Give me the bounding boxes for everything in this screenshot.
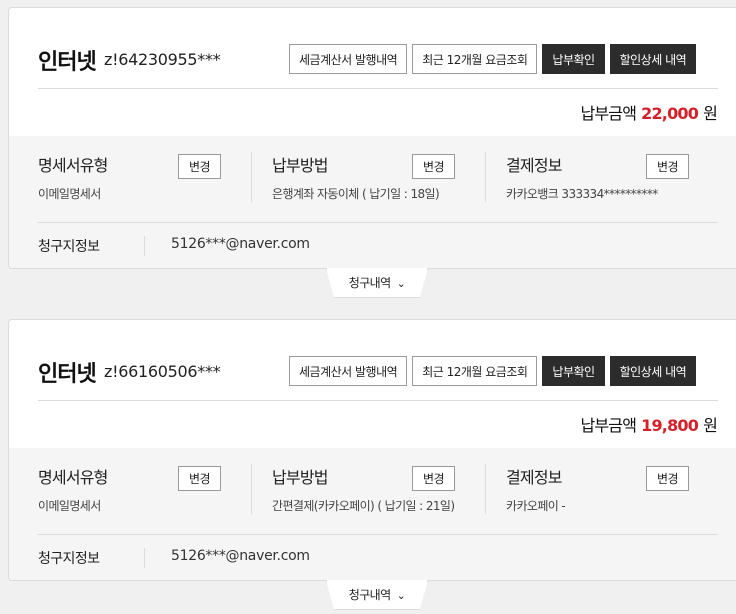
service-name: 인터넷	[38, 50, 97, 75]
billing-history-label: 청구내역	[348, 276, 391, 290]
statement-type-title: 명세서유형	[38, 468, 108, 487]
divider	[144, 236, 145, 256]
payment-method-change-button[interactable]: 변경	[412, 466, 455, 491]
amount-value: 22,000	[641, 104, 699, 123]
bill-card: 인터넷 z!66160506*** 세금계산서 발행내역 최근 12개월 요금조…	[8, 319, 736, 581]
recent-fees-button[interactable]: 최근 12개월 요금조회	[412, 44, 538, 74]
billing-info-value: 5126***@naver.com	[171, 548, 310, 564]
statement-type: 명세서유형 이메일명세서	[38, 464, 108, 514]
bill-card-header: 인터넷 z!64230955*** 세금계산서 발행내역 최근 12개월 요금조…	[9, 8, 736, 138]
payment-info-change-button[interactable]: 변경	[646, 466, 689, 491]
payment-check-button[interactable]: 납부확인	[542, 44, 605, 74]
divider	[251, 152, 252, 202]
payment-info: 결제정보 카카오뱅크 333334**********	[506, 152, 658, 202]
payment-info-value: 카카오페이 -	[506, 499, 566, 513]
payment-info-title: 결제정보	[506, 156, 562, 175]
payment-method-change-button[interactable]: 변경	[412, 154, 455, 179]
payment-info-value: 카카오뱅크 333334**********	[506, 187, 658, 201]
amount-unit: 원	[703, 104, 718, 123]
action-buttons: 세금계산서 발행내역 최근 12개월 요금조회 납부확인 할인상세 내역	[289, 356, 701, 386]
amount-unit: 원	[703, 416, 718, 435]
amount-label: 납부금액	[580, 416, 637, 435]
billing-info-label: 청구지정보	[38, 239, 100, 255]
divider	[485, 464, 486, 514]
bill-card: 인터넷 z!64230955*** 세금계산서 발행내역 최근 12개월 요금조…	[8, 7, 736, 269]
divider	[38, 88, 718, 89]
statement-change-button[interactable]: 변경	[178, 466, 221, 491]
payment-method-value: 은행계좌 자동이체 ( 납기일 : 18일)	[272, 187, 440, 201]
billing-info-value: 5126***@naver.com	[171, 236, 310, 252]
account-number: z!66160506***	[104, 362, 221, 381]
billing-info-label: 청구지정보	[38, 551, 100, 567]
payment-amount: 납부금액 19,800 원	[580, 412, 717, 436]
payment-info-title: 결제정보	[506, 468, 562, 487]
chevron-down-icon: ⌄	[396, 277, 406, 290]
action-buttons: 세금계산서 발행내역 최근 12개월 요금조회 납부확인 할인상세 내역	[289, 44, 701, 74]
divider	[38, 222, 718, 223]
billing-history-toggle[interactable]: 청구내역 ⌄	[326, 580, 428, 610]
divider	[251, 464, 252, 514]
divider	[144, 548, 145, 568]
bill-card-header: 인터넷 z!66160506*** 세금계산서 발행내역 최근 12개월 요금조…	[9, 320, 736, 450]
amount-value: 19,800	[641, 416, 699, 435]
payment-method-value: 간편결제(카카오페이) ( 납기일 : 21일)	[272, 499, 455, 513]
service-name: 인터넷	[38, 362, 97, 387]
payment-info: 결제정보 카카오페이 -	[506, 464, 566, 514]
payment-check-button[interactable]: 납부확인	[542, 356, 605, 386]
tax-invoice-button[interactable]: 세금계산서 발행내역	[289, 44, 408, 74]
bill-card-details: 명세서유형 이메일명세서 변경 납부방법 간편결제(카카오페이) ( 납기일 :…	[9, 448, 736, 580]
statement-type-value: 이메일명세서	[38, 187, 101, 201]
discount-detail-button[interactable]: 할인상세 내역	[609, 44, 697, 74]
tax-invoice-button[interactable]: 세금계산서 발행내역	[289, 356, 408, 386]
discount-detail-button[interactable]: 할인상세 내역	[609, 356, 697, 386]
divider	[38, 534, 718, 535]
divider	[485, 152, 486, 202]
divider	[38, 400, 718, 401]
statement-type: 명세서유형 이메일명세서	[38, 152, 108, 202]
payment-info-change-button[interactable]: 변경	[646, 154, 689, 179]
bill-card-details: 명세서유형 이메일명세서 변경 납부방법 은행계좌 자동이체 ( 납기일 : 1…	[9, 136, 736, 268]
account-number: z!64230955***	[104, 50, 221, 69]
recent-fees-button[interactable]: 최근 12개월 요금조회	[412, 356, 538, 386]
statement-change-button[interactable]: 변경	[178, 154, 221, 179]
billing-history-label: 청구내역	[348, 588, 391, 602]
statement-type-title: 명세서유형	[38, 156, 108, 175]
billing-history-toggle[interactable]: 청구내역 ⌄	[326, 268, 428, 298]
chevron-down-icon: ⌄	[396, 589, 406, 602]
amount-label: 납부금액	[580, 104, 637, 123]
statement-type-value: 이메일명세서	[38, 499, 101, 513]
payment-amount: 납부금액 22,000 원	[580, 100, 717, 124]
